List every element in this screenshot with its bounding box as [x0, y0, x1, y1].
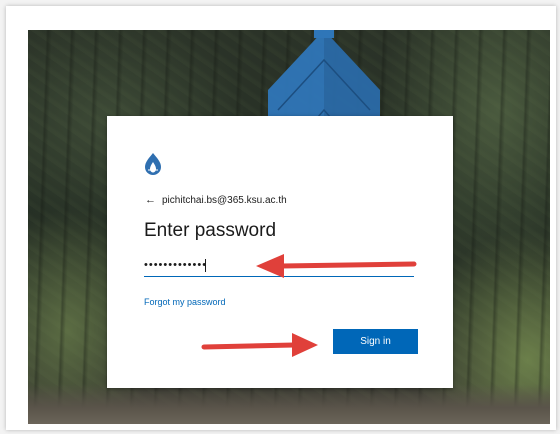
annotation-arrows — [201, 254, 417, 357]
arrow-to-password-field — [256, 254, 417, 278]
arrow-to-sign-in-button — [201, 333, 318, 357]
